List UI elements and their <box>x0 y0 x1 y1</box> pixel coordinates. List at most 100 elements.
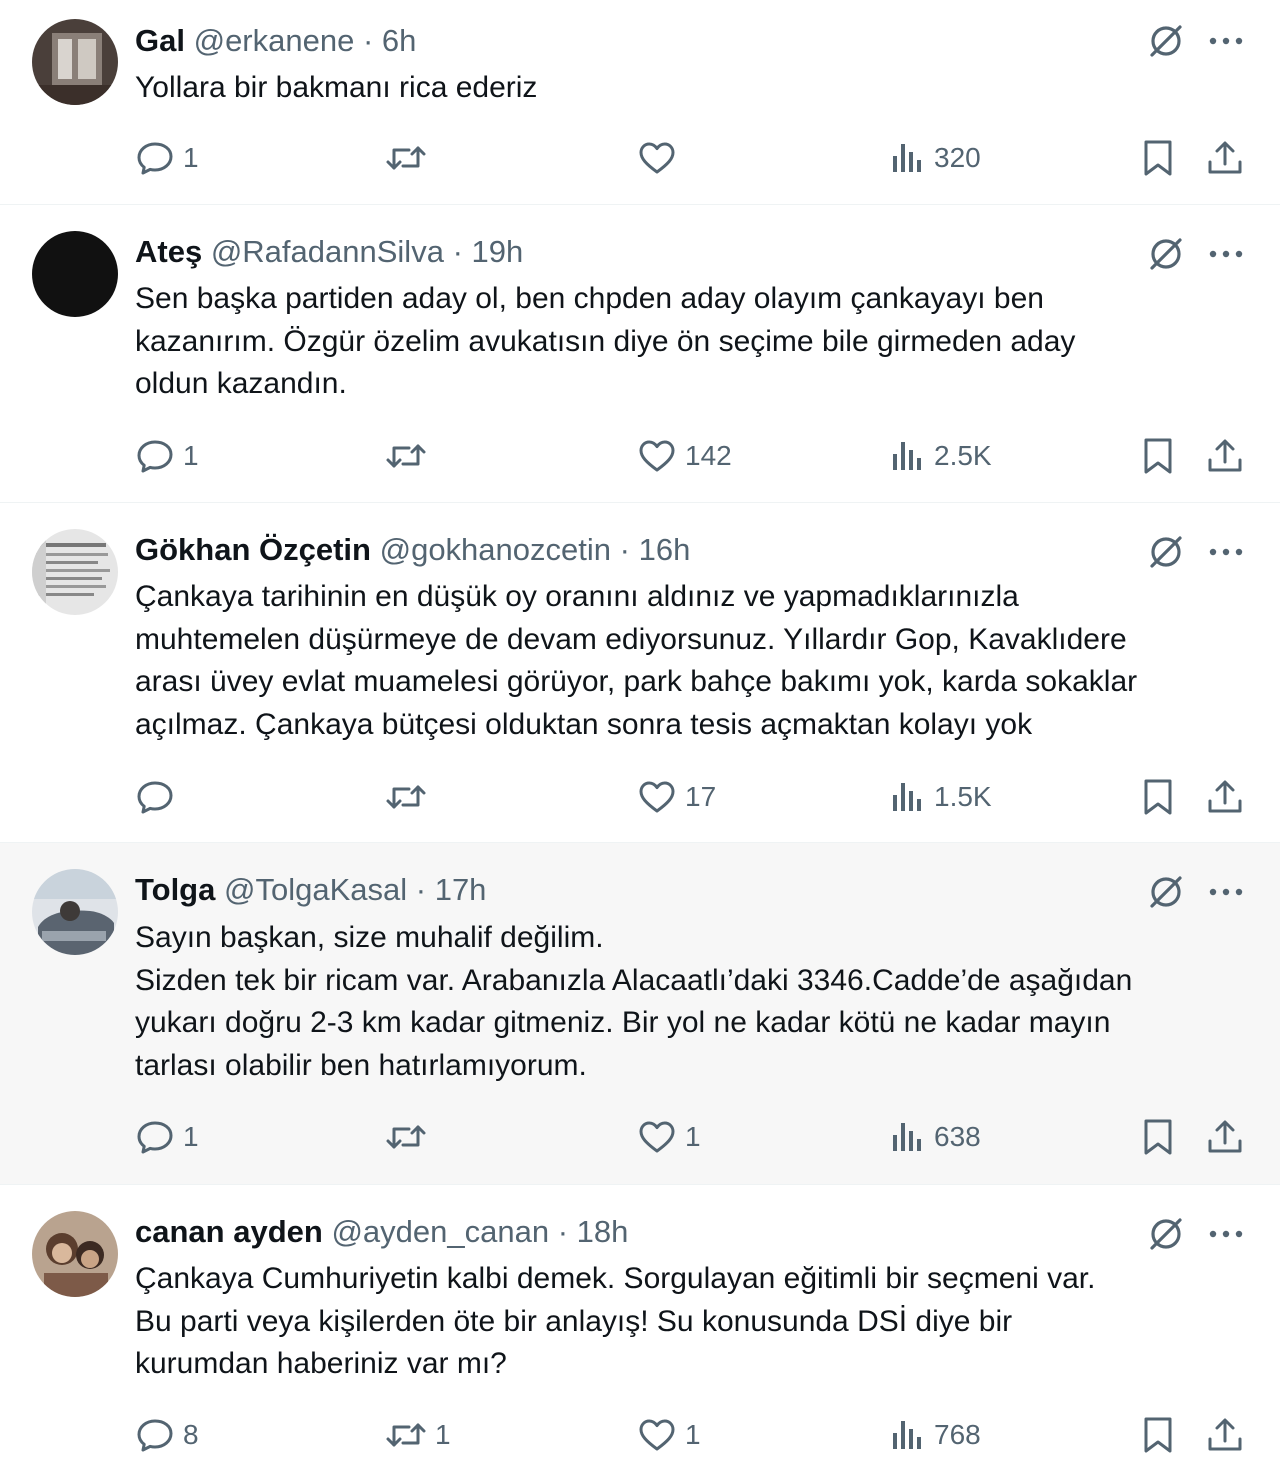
views-button[interactable]: 768 <box>890 1412 981 1458</box>
tweet-header: canan ayden @ayden_canan · 18h <box>135 1212 628 1252</box>
avatar[interactable] <box>32 231 118 317</box>
like-button[interactable]: 1 <box>637 1114 701 1160</box>
like-button[interactable]: 17 <box>637 774 716 820</box>
views-button[interactable]: 2.5K <box>890 433 992 479</box>
tweet-text: Yollara bir bakmanı rica ederiz <box>135 67 1250 110</box>
tweet[interactable]: canan ayden @ayden_canan · 18h Çankaya C… <box>0 1185 1280 1482</box>
more-icon[interactable] <box>1206 22 1246 60</box>
tweet[interactable]: Tolga @TolgaKasal · 17h Sayın başkan, si… <box>0 843 1280 1185</box>
bookmark-icon <box>1144 438 1172 474</box>
display-name[interactable]: Gal <box>135 23 185 58</box>
reply-icon <box>137 1121 173 1154</box>
share-icon <box>1208 780 1242 813</box>
share-button[interactable] <box>1206 1412 1244 1458</box>
share-button[interactable] <box>1206 135 1244 181</box>
more-icon[interactable] <box>1206 533 1246 571</box>
views-count: 2.5K <box>934 440 992 471</box>
retweet-button[interactable] <box>385 774 435 820</box>
avatar[interactable] <box>32 1211 118 1297</box>
retweet-icon <box>386 146 426 170</box>
avatar[interactable] <box>32 19 118 105</box>
grok-icon[interactable] <box>1147 235 1185 273</box>
bookmark-icon <box>1144 140 1172 176</box>
like-icon <box>639 781 675 813</box>
retweet-button[interactable]: 1 <box>385 1412 451 1458</box>
bookmark-button[interactable] <box>1140 433 1176 479</box>
reply-button[interactable]: 1 <box>135 135 199 181</box>
user-handle[interactable]: @ayden_canan <box>331 1214 549 1249</box>
separator: · <box>452 234 463 269</box>
share-button[interactable] <box>1206 774 1244 820</box>
user-handle[interactable]: @RafadannSilva <box>211 234 444 269</box>
display-name[interactable]: Gökhan Özçetin <box>135 532 371 567</box>
grok-icon[interactable] <box>1147 873 1185 911</box>
tweet[interactable]: Gökhan Özçetin @gokhanozcetin · 16h Çank… <box>0 503 1280 843</box>
display-name[interactable]: canan ayden <box>135 1214 323 1249</box>
retweet-icon <box>386 1423 426 1447</box>
grok-icon[interactable] <box>1147 533 1185 571</box>
share-button[interactable] <box>1206 433 1244 479</box>
views-count: 638 <box>934 1121 981 1152</box>
display-name[interactable]: Tolga <box>135 872 215 907</box>
grok-icon[interactable] <box>1147 22 1185 60</box>
bookmark-button[interactable] <box>1140 135 1176 181</box>
avatar[interactable] <box>32 869 118 955</box>
timestamp[interactable]: 6h <box>382 23 416 58</box>
avatar[interactable] <box>32 529 118 615</box>
views-button[interactable]: 320 <box>890 135 981 181</box>
like-count: 17 <box>685 781 717 812</box>
tweet-text-line: Bu parti veya kişilerden öte bir anlayış… <box>135 1304 1013 1338</box>
more-icon[interactable] <box>1206 873 1246 911</box>
retweet-icon <box>386 1125 426 1149</box>
views-button[interactable]: 1.5K <box>890 774 992 820</box>
reply-icon <box>137 440 173 473</box>
user-handle[interactable]: @erkanene <box>194 23 355 58</box>
reply-button[interactable] <box>135 774 183 820</box>
views-count: 1.5K <box>934 781 992 812</box>
tweet-text: Sayın başkan, size muhalif değilim. Sizd… <box>135 917 1250 1087</box>
tweet-header: Gökhan Özçetin @gokhanozcetin · 16h <box>135 530 690 570</box>
tweet-header: Gal @erkanene · 6h <box>135 21 416 61</box>
reply-button[interactable]: 1 <box>135 433 199 479</box>
like-button[interactable]: 1 <box>637 1412 701 1458</box>
retweet-button[interactable] <box>385 433 435 479</box>
retweet-button[interactable] <box>385 135 435 181</box>
tweet-text-line: Çankaya tarihinin en düşük oy oranını al… <box>135 580 1019 613</box>
reply-count: 8 <box>183 1419 199 1450</box>
bookmark-button[interactable] <box>1140 1412 1176 1458</box>
user-handle[interactable]: @TolgaKasal <box>224 872 407 907</box>
reply-count: 1 <box>183 440 199 471</box>
bookmark-button[interactable] <box>1140 1114 1176 1160</box>
views-button[interactable]: 638 <box>890 1114 981 1160</box>
tweet[interactable]: Gal @erkanene · 6h Yollara bir bakmanı r… <box>0 0 1280 205</box>
more-icon[interactable] <box>1206 1215 1246 1253</box>
more-icon[interactable] <box>1206 235 1246 273</box>
reply-button[interactable]: 1 <box>135 1114 199 1160</box>
timestamp[interactable]: 18h <box>577 1214 629 1249</box>
timestamp[interactable]: 19h <box>472 234 524 269</box>
like-button[interactable] <box>637 135 685 181</box>
timestamp[interactable]: 17h <box>435 872 487 907</box>
like-count: 1 <box>685 1121 701 1152</box>
tweet-text-line: Çankaya Cumhuriyetin kalbi demek. Sorgul… <box>135 1262 1096 1295</box>
like-icon <box>639 1419 675 1451</box>
tweet-text-line: Sen başka partiden aday ol, ben chpden a… <box>135 282 1044 315</box>
tweet-text-line: tarlası olabilir ben hatırlamıyorum. <box>135 1048 587 1082</box>
tweet-text: Çankaya Cumhuriyetin kalbi demek. Sorgul… <box>135 1258 1250 1386</box>
tweet-text-line: Sayın başkan, size muhalif değilim. <box>135 921 604 954</box>
separator: · <box>557 1214 569 1249</box>
reply-button[interactable]: 8 <box>135 1412 199 1458</box>
like-icon <box>639 142 675 174</box>
retweet-button[interactable] <box>385 1114 435 1160</box>
user-handle[interactable]: @gokhanozcetin <box>380 532 611 567</box>
timestamp[interactable]: 16h <box>639 532 691 567</box>
bookmark-button[interactable] <box>1140 774 1176 820</box>
share-button[interactable] <box>1206 1114 1244 1160</box>
retweet-count: 1 <box>435 1419 451 1450</box>
like-button[interactable]: 142 <box>637 433 732 479</box>
tweet[interactable]: Ateş @RafadannSilva · 19h Sen başka part… <box>0 205 1280 503</box>
views-icon <box>893 1123 921 1151</box>
tweet-text-line: muhtemelen düşürmeye de devam ediyorsunu… <box>135 622 1127 656</box>
display-name[interactable]: Ateş <box>135 234 202 269</box>
grok-icon[interactable] <box>1147 1215 1185 1253</box>
